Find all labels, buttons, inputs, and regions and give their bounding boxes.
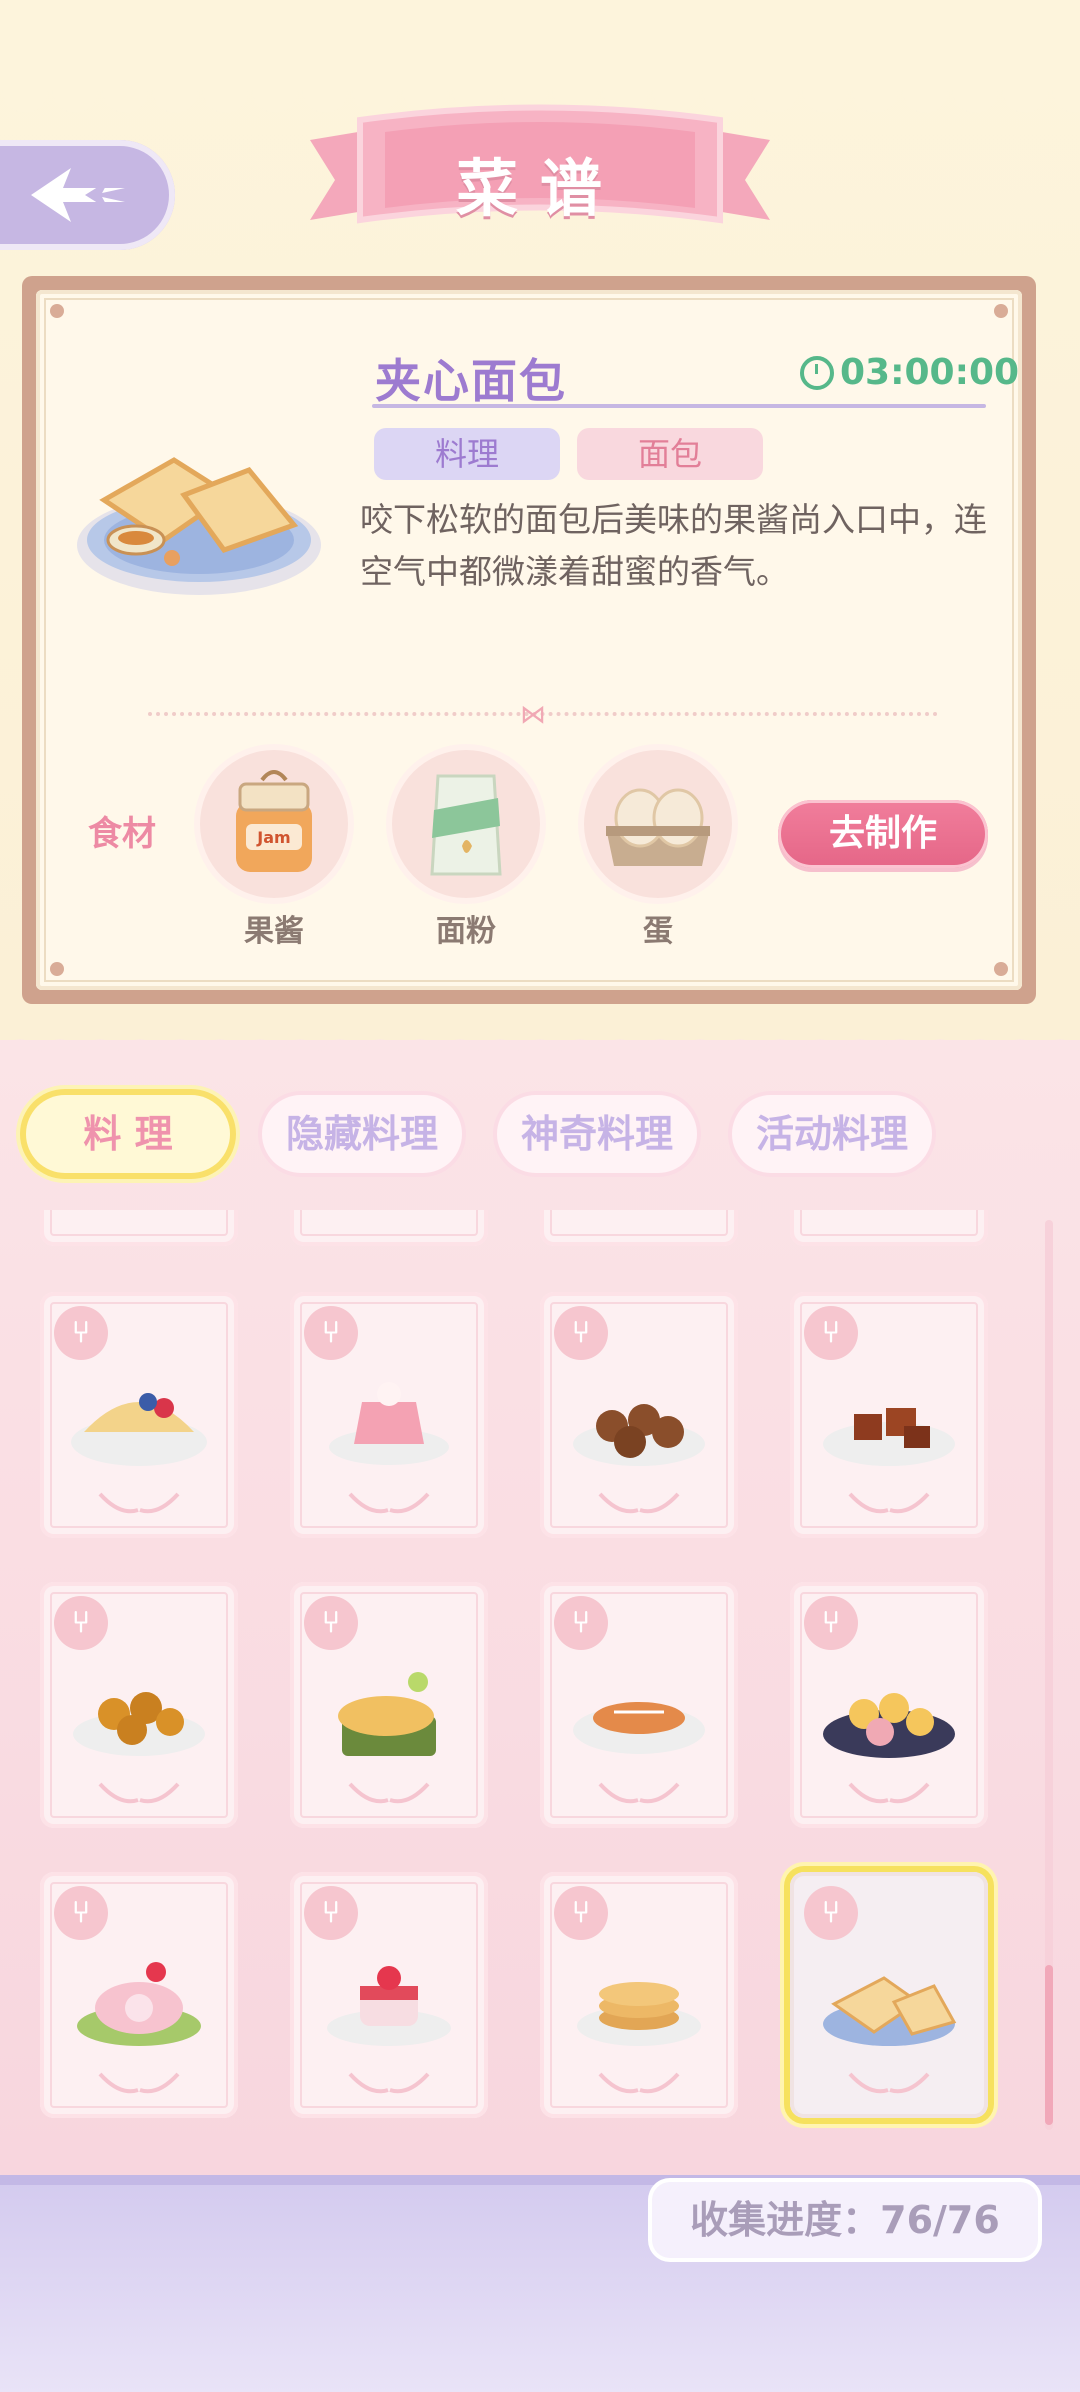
laurel-icon bbox=[348, 1782, 430, 1804]
laurel-icon bbox=[98, 2072, 180, 2094]
jelly-icon bbox=[329, 1382, 449, 1465]
cutlery-badge-icon: ⑂ bbox=[804, 1886, 858, 1940]
strawberry-pudding-icon bbox=[327, 1966, 451, 2046]
laurel-icon bbox=[848, 1492, 930, 1514]
sandwich-icon bbox=[823, 1976, 957, 2046]
jam-jar-icon: Jam bbox=[236, 770, 312, 872]
recipe-card[interactable]: ⑂ bbox=[290, 1582, 488, 1828]
recipe-card[interactable]: ⑂ bbox=[290, 1872, 488, 2118]
cook-time: 03:00:00 bbox=[800, 352, 1019, 393]
ingredient-egg[interactable] bbox=[584, 750, 732, 898]
back-arrow-icon bbox=[30, 168, 125, 222]
tab-cooking[interactable]: 料 理 bbox=[26, 1095, 230, 1173]
bow-icon: ⋈ bbox=[520, 700, 546, 730]
tab-hidden-cooking[interactable]: 隐藏料理 bbox=[262, 1095, 462, 1173]
back-button[interactable] bbox=[0, 140, 175, 250]
laurel-icon bbox=[598, 2072, 680, 2094]
recipe-card[interactable]: ⑂ bbox=[790, 1582, 988, 1828]
scrollbar-thumb[interactable] bbox=[1045, 1965, 1053, 2125]
tab-event-cooking[interactable]: 活动料理 bbox=[732, 1095, 932, 1173]
laurel-icon bbox=[98, 1782, 180, 1804]
cutlery-badge-icon: ⑂ bbox=[804, 1596, 858, 1650]
laurel-icon bbox=[848, 2072, 930, 2094]
laurel-icon bbox=[348, 2072, 430, 2094]
braised-pork-icon bbox=[823, 1408, 955, 1466]
recipe-name: 夹心面包 bbox=[375, 354, 567, 408]
collection-progress: 收集进度：76/76 bbox=[652, 2182, 1038, 2258]
cutlery-badge-icon: ⑂ bbox=[54, 1886, 108, 1940]
fried-chicken-icon bbox=[73, 1692, 205, 1756]
category-tag: 料理 bbox=[374, 428, 560, 480]
ingredients-label: 食材 bbox=[88, 814, 156, 854]
grilled-fish-icon bbox=[573, 1702, 705, 1754]
cutlery-badge-icon: ⑂ bbox=[304, 1596, 358, 1650]
title-underline bbox=[372, 404, 986, 408]
cutlery-badge-icon: ⑂ bbox=[554, 1886, 608, 1940]
cutlery-badge-icon: ⑂ bbox=[304, 1886, 358, 1940]
recipe-card[interactable]: ⑂ bbox=[790, 1292, 988, 1538]
cutlery-badge-icon: ⑂ bbox=[804, 1306, 858, 1360]
laurel-icon bbox=[848, 1782, 930, 1804]
svg-text:Jam: Jam bbox=[256, 828, 290, 847]
ingredient-jam-name: 果酱 bbox=[244, 914, 304, 949]
egg-carton-icon bbox=[606, 788, 710, 866]
recipe-card[interactable]: ⑂ bbox=[40, 1582, 238, 1828]
recipe-card[interactable] bbox=[40, 1210, 238, 1246]
recipe-card[interactable] bbox=[790, 1210, 988, 1246]
flour-bag-icon bbox=[430, 774, 502, 876]
cook-time-value: 03:00:00 bbox=[840, 352, 1020, 393]
taco-icon bbox=[71, 1393, 207, 1466]
recipe-description: 咬下松软的面包后美味的果酱尚入口中，连空气中都微漾着甜蜜的香气。 bbox=[360, 500, 987, 591]
cutlery-badge-icon: ⑂ bbox=[554, 1596, 608, 1650]
meatballs-icon bbox=[573, 1404, 705, 1466]
ingredient-jam[interactable]: Jam bbox=[200, 750, 348, 898]
laurel-icon bbox=[598, 1492, 680, 1514]
recipe-card[interactable] bbox=[290, 1210, 488, 1246]
cutlery-badge-icon: ⑂ bbox=[554, 1306, 608, 1360]
type-tag: 面包 bbox=[577, 428, 763, 480]
ingredient-flour-name: 面粉 bbox=[436, 914, 496, 949]
make-button[interactable]: 去制作 bbox=[778, 800, 988, 868]
swiss-roll-icon bbox=[77, 1962, 201, 2046]
recipe-card[interactable] bbox=[540, 1210, 738, 1246]
recipe-card[interactable]: ⑂ bbox=[540, 1872, 738, 2118]
ingredient-flour[interactable] bbox=[392, 750, 540, 898]
tab-magic-cooking[interactable]: 神奇料理 bbox=[497, 1095, 697, 1173]
pancakes-icon bbox=[577, 1982, 701, 2046]
recipe-card[interactable]: ⑂ bbox=[790, 1872, 988, 2118]
laurel-icon bbox=[348, 1492, 430, 1514]
clock-icon bbox=[800, 355, 834, 390]
recipe-card[interactable]: ⑂ bbox=[40, 1292, 238, 1538]
cutlery-badge-icon: ⑂ bbox=[54, 1306, 108, 1360]
recipe-card[interactable]: ⑂ bbox=[540, 1582, 738, 1828]
laurel-icon bbox=[98, 1492, 180, 1514]
sandwich-dish-icon bbox=[77, 457, 321, 595]
rolls-icon bbox=[823, 1693, 955, 1758]
lace-edge bbox=[0, 1030, 1080, 1060]
title-banner: 菜谱 bbox=[310, 100, 770, 250]
fish-platter-icon bbox=[338, 1672, 436, 1756]
laurel-icon bbox=[598, 1782, 680, 1804]
recipe-card[interactable]: ⑂ bbox=[40, 1872, 238, 2118]
cutlery-badge-icon: ⑂ bbox=[54, 1596, 108, 1650]
cutlery-badge-icon: ⑂ bbox=[304, 1306, 358, 1360]
page-title: 菜谱 bbox=[455, 152, 624, 225]
recipe-card[interactable]: ⑂ bbox=[290, 1292, 488, 1538]
recipe-card[interactable]: ⑂ bbox=[540, 1292, 738, 1538]
ingredient-egg-name: 蛋 bbox=[643, 914, 673, 949]
